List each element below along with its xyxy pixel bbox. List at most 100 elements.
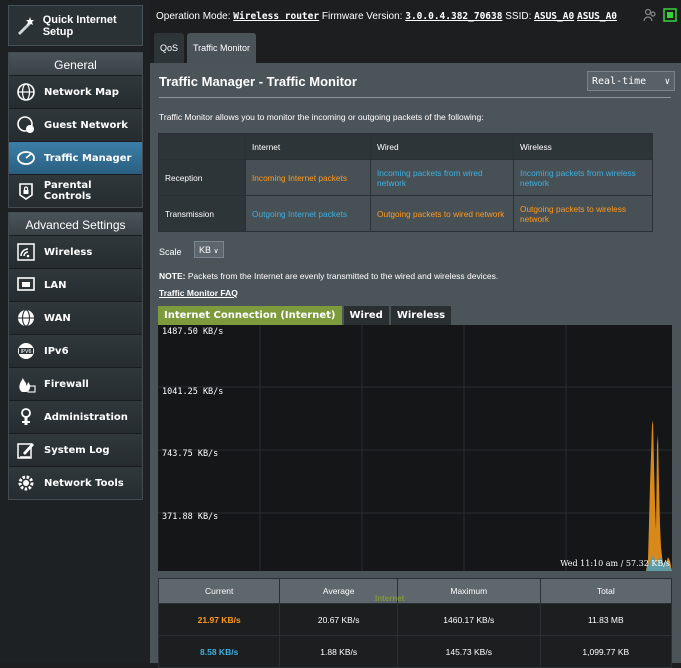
scale-select-value: KB (199, 245, 212, 255)
sidebar-item-administration[interactable]: Administration (9, 400, 142, 433)
wan-globe-icon (14, 306, 38, 330)
wifi-icon (14, 240, 38, 264)
lock-icon (14, 179, 38, 203)
table-row: Reception Incoming Internet packets Inco… (158, 159, 653, 196)
stats-header-row: Current Average Maximum Total (157, 578, 673, 604)
table-cell: Incoming packets from wired network (370, 159, 514, 196)
mode-select[interactable]: Real-time ∨ (587, 71, 675, 91)
table-header-row: Internet Wired Wireless (158, 133, 653, 160)
sidebar-item-ipv6[interactable]: IPV6 IPv6 (9, 334, 142, 367)
pencil-log-icon (14, 438, 38, 462)
stats-maximum: 1460.17 KB/s (397, 603, 541, 636)
traffic-graph: 1487.50 KB/s 1041.25 KB/s 743.75 KB/s 37… (158, 325, 672, 571)
general-section: General Network Map Guest Network Traffi… (8, 52, 143, 208)
sidebar-item-traffic-manager[interactable]: Traffic Manager (9, 141, 142, 174)
sidebar-item-label: WAN (44, 312, 71, 324)
y-axis-label: 743.75 KB/s (162, 449, 219, 459)
sidebar-item-network-tools[interactable]: Network Tools (9, 466, 142, 499)
globe-icon (14, 80, 38, 104)
table-cell: Incoming Internet packets (245, 159, 371, 196)
tab-traffic-monitor[interactable]: Traffic Monitor (187, 33, 257, 63)
graph-canvas (158, 325, 672, 571)
graph-tab-internet[interactable]: Internet Connection (Internet) (158, 306, 342, 325)
firmware-link[interactable]: 3.0.0.4.382_70638 (405, 11, 502, 22)
advanced-title: Advanced Settings (9, 213, 142, 235)
sidebar-item-wan[interactable]: WAN (9, 301, 142, 334)
quick-internet-setup-button[interactable]: Quick Internet Setup (8, 5, 143, 46)
note-text: Packets from the Internet are evenly tra… (185, 271, 499, 281)
status-icons (643, 8, 677, 25)
row-label: Transmission (158, 195, 246, 232)
gear-icon (14, 471, 38, 495)
stats-header-cell: Current (157, 578, 281, 604)
sidebar-item-label: Traffic Manager (44, 152, 132, 164)
lan-monitor-icon (14, 273, 38, 297)
page-title: Traffic Manager - Traffic Monitor (159, 74, 357, 89)
stats-row: 21.97 KB/s 20.67 KB/s 1460.17 KB/s 11.83… (157, 603, 673, 636)
table-cell: Incoming packets from wireless network (513, 159, 653, 196)
usb-status-icon[interactable] (663, 8, 677, 25)
y-axis-label: 1487.50 KB/s (162, 327, 224, 337)
table-cell: Outgoing Internet packets (245, 195, 371, 232)
firewall-icon (14, 372, 38, 396)
sidebar-item-firewall[interactable]: Firewall (9, 367, 142, 400)
stats-current: 21.97 KB/s (157, 603, 281, 636)
ssid-link-2[interactable]: ASUS_A0 (577, 11, 617, 22)
row-label: Reception (158, 159, 246, 196)
stats-table: Current Average Maximum Total 21.97 KB/s… (157, 578, 673, 668)
graph-tab-wireless[interactable]: Wireless (390, 306, 452, 325)
chevron-down-icon: ∨ (664, 77, 670, 87)
sidebar-item-label: Parental Controls (43, 180, 92, 202)
scale-select[interactable]: KB ∨ (194, 241, 224, 258)
status-bar: Operation Mode: Wireless router Firmware… (150, 0, 681, 32)
sidebar-item-label: System Log (44, 444, 110, 456)
packet-legend-table: Internet Wired Wireless Reception Incomi… (158, 133, 653, 232)
sidebar-item-label: Network Tools (44, 477, 124, 489)
table-header-cell (158, 133, 246, 160)
note: NOTE: Packets from the Internet are even… (159, 271, 498, 281)
svg-text:IPV6: IPV6 (20, 349, 31, 355)
sidebar-item-wireless[interactable]: Wireless (9, 235, 142, 268)
fw-label: Firmware Version: (321, 11, 403, 22)
table-cell: Outgoing packets to wireless network (513, 195, 653, 232)
description: Traffic Monitor allows you to monitor th… (159, 112, 484, 122)
stats-header-cell: Maximum (397, 578, 541, 604)
stats-header-cell: Total (539, 578, 673, 604)
sidebar-item-parental-controls[interactable]: Parental Controls (9, 174, 142, 207)
users-icon[interactable] (643, 8, 657, 25)
main-panel: Traffic Manager - Traffic Monitor Real-t… (150, 63, 681, 668)
faq-link[interactable]: Traffic Monitor FAQ (159, 288, 238, 298)
guest-globe-icon (14, 113, 38, 137)
table-cell: Outgoing packets to wired network (370, 195, 514, 232)
ssid-label: SSID: (505, 11, 532, 22)
ipv6-globe-icon: IPV6 (14, 339, 38, 363)
table-header-cell: Internet (245, 133, 371, 160)
table-row: Transmission Outgoing Internet packets O… (158, 195, 653, 232)
sidebar-item-label: IPv6 (44, 345, 69, 357)
chevron-down-icon: ∨ (213, 248, 219, 255)
op-mode-label: Operation Mode: (156, 11, 231, 22)
page-tabs: QoS Traffic Monitor (154, 33, 257, 63)
y-axis-label: 1041.25 KB/s (162, 387, 224, 397)
mode-select-value: Real-time (592, 76, 647, 87)
sidebar-item-network-map[interactable]: Network Map (9, 75, 142, 108)
stats-total: 11.83 MB (539, 603, 673, 636)
op-mode-link[interactable]: Wireless router (233, 11, 319, 22)
sidebar-item-system-log[interactable]: System Log (9, 433, 142, 466)
title-divider (159, 97, 671, 98)
tab-qos[interactable]: QoS (154, 33, 185, 63)
overlay-label: Internet (375, 594, 405, 603)
admin-icon (14, 405, 38, 429)
graph-timestamp: Wed 11:10 am / 57.32 KB/s (560, 559, 670, 568)
sidebar-item-label: Wireless (44, 246, 93, 258)
general-title: General (9, 53, 142, 75)
scale-label: Scale (159, 247, 182, 257)
sidebar-item-label: Network Map (44, 86, 119, 98)
sidebar-item-guest-network[interactable]: Guest Network (9, 108, 142, 141)
table-header-cell: Wireless (513, 133, 653, 160)
stats-average: 20.67 KB/s (279, 603, 398, 636)
graph-tab-wired[interactable]: Wired (343, 306, 389, 325)
sidebar-item-lan[interactable]: LAN (9, 268, 142, 301)
ssid-link-1[interactable]: ASUS_A0 (534, 11, 574, 22)
sidebar: Quick Internet Setup General Network Map… (0, 0, 150, 663)
